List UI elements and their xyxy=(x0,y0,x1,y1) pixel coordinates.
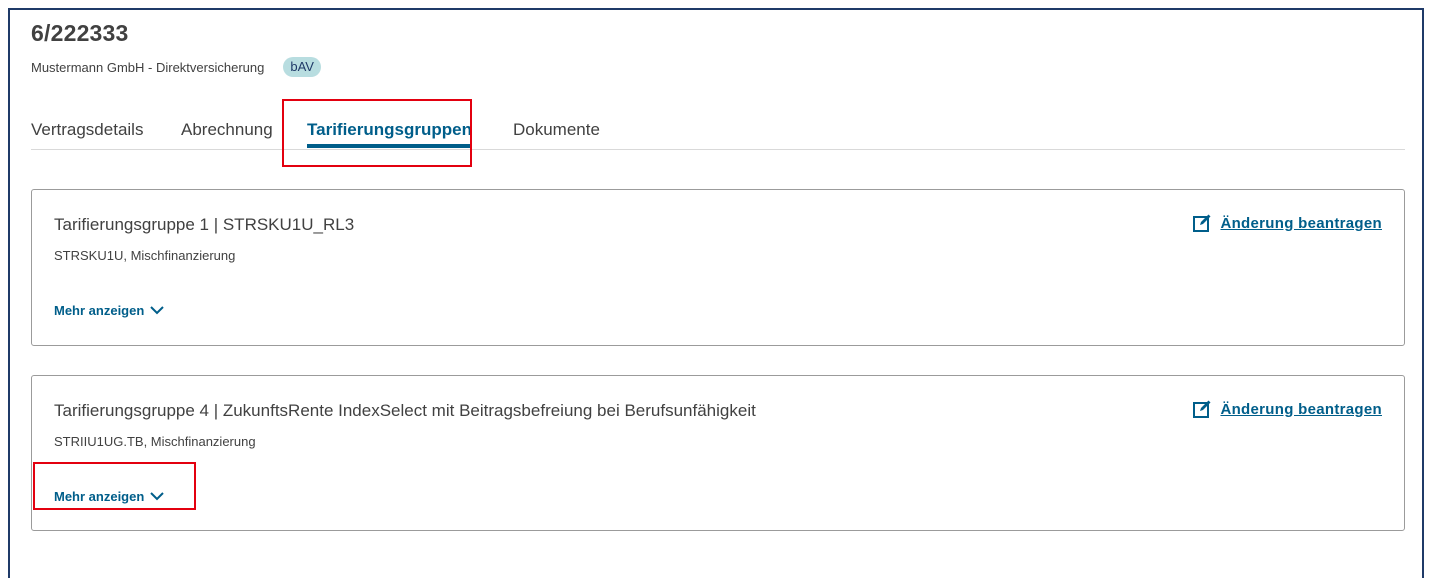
tariff-group-subtitle: STRSKU1U, Mischfinanzierung xyxy=(54,248,236,263)
contract-type-badge: bAV xyxy=(283,57,321,77)
request-change-link[interactable]: Änderung beantragen xyxy=(1193,214,1382,232)
show-more-toggle[interactable]: Mehr anzeigen xyxy=(54,303,165,318)
edit-icon xyxy=(1193,214,1211,232)
tab-abrechnung[interactable]: Abrechnung xyxy=(181,120,273,140)
highlight-box-show-more xyxy=(33,462,196,510)
edit-icon xyxy=(1193,400,1211,418)
chevron-down-icon xyxy=(150,306,165,315)
request-change-link[interactable]: Änderung beantragen xyxy=(1193,400,1382,418)
tab-vertragsdetails[interactable]: Vertragsdetails xyxy=(31,120,143,140)
tariff-group-card: Tarifierungsgruppe 1 | STRSKU1U_RL3 STRS… xyxy=(31,189,1405,346)
contract-subtitle: Mustermann GmbH - Direktversicherung xyxy=(31,59,265,75)
tariff-group-title: Tarifierungsgruppe 1 | STRSKU1U_RL3 xyxy=(54,215,355,234)
contract-subtitle-row: Mustermann GmbH - Direktversicherung bAV xyxy=(31,57,321,77)
page-title: 6/222333 xyxy=(31,20,129,46)
tariff-group-subtitle: STRIIU1UG.TB, Mischfinanzierung xyxy=(54,434,256,449)
show-more-label: Mehr anzeigen xyxy=(54,303,145,318)
tariff-group-card: Tarifierungsgruppe 4 | ZukunftsRente Ind… xyxy=(31,375,1405,531)
request-change-label: Änderung beantragen xyxy=(1220,400,1382,418)
highlight-box-tab xyxy=(282,99,472,167)
tariff-group-title: Tarifierungsgruppe 4 | ZukunftsRente Ind… xyxy=(54,401,756,420)
request-change-label: Änderung beantragen xyxy=(1220,214,1382,232)
tab-bar: Vertragsdetails Abrechnung Tarifierungsg… xyxy=(31,100,1405,150)
tab-dokumente[interactable]: Dokumente xyxy=(513,120,600,140)
